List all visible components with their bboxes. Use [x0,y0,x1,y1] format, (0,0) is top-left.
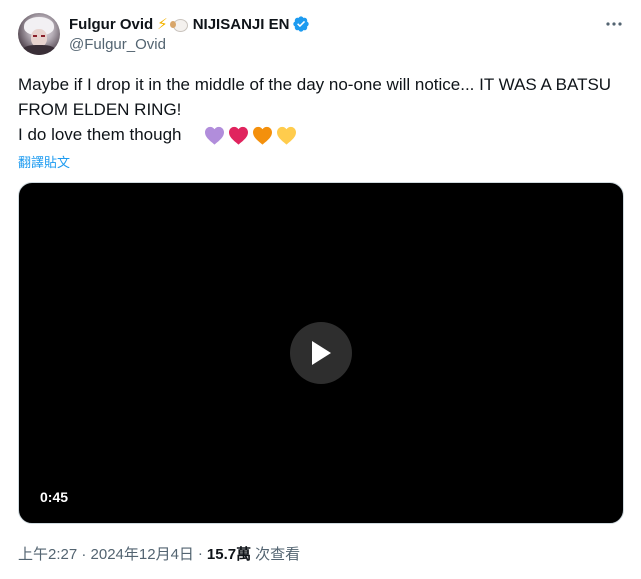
more-options-button[interactable] [603,14,625,34]
tweet-metadata: 上午2:27 · 2024年12月4日 · 15.7萬 次查看 [18,543,300,564]
display-name[interactable]: Fulgur Ovid [69,16,153,33]
yellow-heart-icon [277,126,296,145]
translate-post-link[interactable]: 翻譯貼文 [18,152,70,171]
verified-badge-icon[interactable] [292,15,310,33]
author-name-row: Fulgur Ovid ⚡ NIJISANJI EN [69,14,310,34]
video-player[interactable]: 0:45 [18,182,624,524]
video-duration: 0:45 [40,489,69,505]
purple-heart-icon [205,126,224,145]
author-handle[interactable]: @Fulgur_Ovid [69,36,166,53]
play-button[interactable] [290,322,352,384]
play-icon [312,341,331,365]
views-count[interactable]: 15.7萬 [207,543,251,564]
tweet-text: Maybe if I drop it in the middle of the … [18,75,612,144]
avatar[interactable] [18,13,60,55]
org-name[interactable]: NIJISANJI EN [193,16,290,33]
meta-separator: · [197,545,203,562]
lightning-icon: ⚡ [157,15,168,33]
red-heart-icon [229,126,248,145]
more-dots-icon [606,22,622,26]
views-label: 次查看 [255,546,301,563]
orange-heart-icon [253,126,272,145]
sheep-icon [169,18,188,32]
post-timestamp[interactable]: 上午2:27 · 2024年12月4日 [18,543,194,564]
heart-emojis [204,126,297,145]
